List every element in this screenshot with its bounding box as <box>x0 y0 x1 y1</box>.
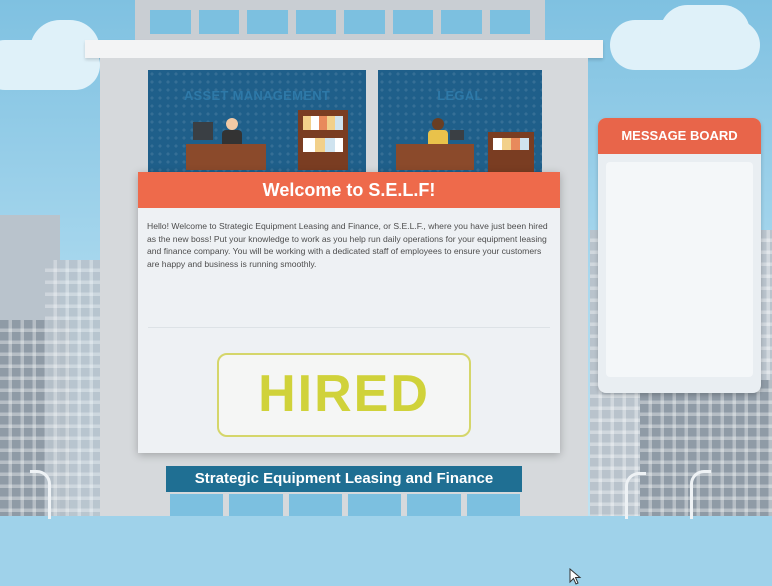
building-cornice <box>85 40 603 58</box>
welcome-dialog: Welcome to S.E.L.F! Hello! Welcome to St… <box>138 172 582 585</box>
mouse-cursor-icon <box>569 568 582 585</box>
building-lobby-windows <box>170 494 520 516</box>
message-board-content <box>606 162 753 377</box>
room-label: ASSET MANAGEMENT <box>183 88 331 103</box>
message-board[interactable]: MESSAGE BOARD <box>598 118 761 393</box>
room-legal[interactable]: LEGAL <box>378 70 542 175</box>
building-top-windows <box>150 10 530 34</box>
room-asset-management[interactable]: ASSET MANAGEMENT <box>148 70 366 175</box>
message-board-title: MESSAGE BOARD <box>598 118 761 154</box>
bookshelf-icon <box>488 132 534 172</box>
computer-icon <box>193 122 213 140</box>
building-sign: Strategic Equipment Leasing and Finance <box>166 466 522 492</box>
laptop-icon <box>450 130 464 140</box>
room-label: LEGAL <box>437 88 483 103</box>
employee-body <box>222 130 242 144</box>
cloud <box>660 5 750 60</box>
employee-avatar <box>226 118 238 130</box>
hired-button[interactable]: HIRED <box>217 353 471 437</box>
street-lamp-icon <box>30 470 51 519</box>
dialog-title: Welcome to S.E.L.F! <box>138 172 560 208</box>
dialog-body-text: Hello! Welcome to Strategic Equipment Le… <box>147 221 548 269</box>
desk <box>396 144 474 170</box>
desk <box>186 144 266 170</box>
employee-body <box>428 130 448 144</box>
employee-avatar <box>432 118 444 130</box>
street-lamp-icon <box>690 470 711 519</box>
bookshelf-icon <box>298 110 348 170</box>
divider <box>148 327 550 328</box>
street-lamp-icon <box>625 472 646 519</box>
